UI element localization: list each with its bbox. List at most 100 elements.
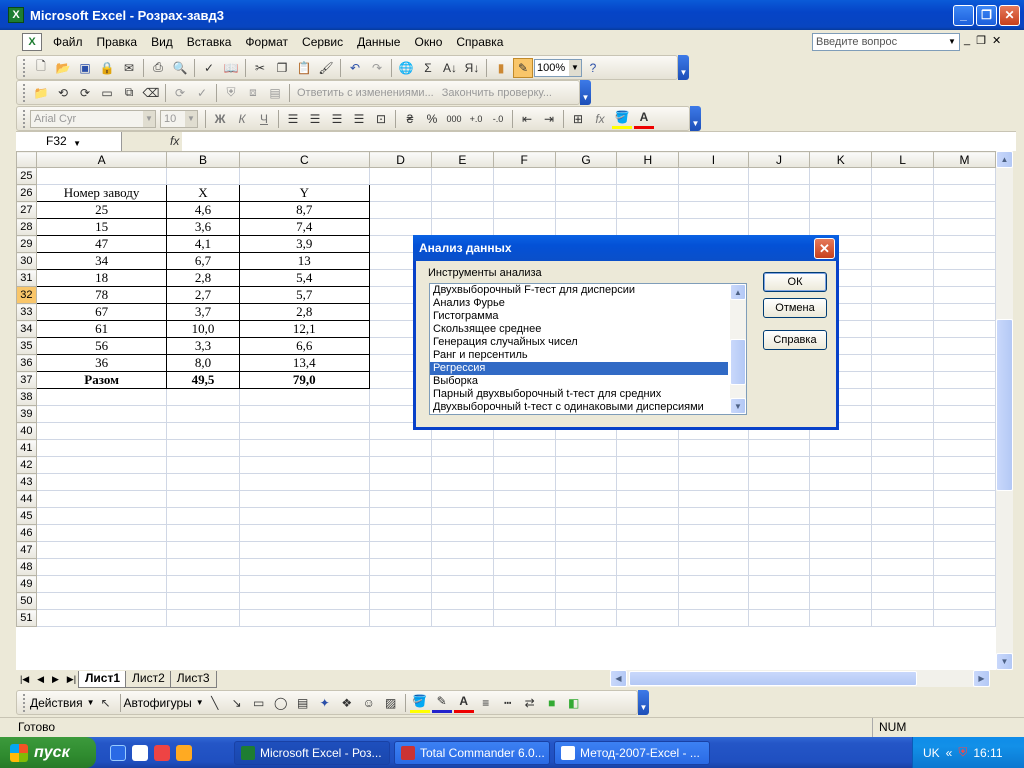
cell[interactable]: [747, 473, 811, 491]
hyperlink-icon[interactable]: 🌐: [396, 58, 416, 78]
cell[interactable]: [932, 558, 996, 576]
vertical-scroll-thumb[interactable]: [996, 319, 1013, 491]
open-icon[interactable]: 📂: [53, 58, 73, 78]
cell[interactable]: [616, 456, 680, 474]
email-icon[interactable]: ✉: [119, 58, 139, 78]
cell[interactable]: [678, 507, 749, 525]
column-header-C[interactable]: C: [238, 151, 371, 168]
cell[interactable]: [747, 541, 811, 559]
cell[interactable]: [747, 439, 811, 457]
cell[interactable]: [554, 507, 618, 525]
cell[interactable]: [554, 592, 618, 610]
vertical-scrollbar[interactable]: ▲ ▼: [996, 151, 1013, 670]
align-center-icon[interactable]: ☰: [305, 109, 325, 129]
cell[interactable]: [747, 524, 811, 542]
increase-decimal-icon[interactable]: +.0: [466, 109, 486, 129]
cell[interactable]: [932, 235, 996, 253]
cell[interactable]: 49,5: [166, 371, 240, 389]
spelling-icon[interactable]: ✓: [199, 58, 219, 78]
cell[interactable]: [369, 490, 432, 508]
arrow-style-icon[interactable]: ⇄: [520, 693, 540, 713]
cell[interactable]: [678, 439, 749, 457]
select-objects-icon[interactable]: ↖: [96, 693, 116, 713]
cell[interactable]: [492, 575, 556, 593]
cell[interactable]: [369, 439, 432, 457]
cell[interactable]: [35, 507, 168, 525]
cell[interactable]: [35, 388, 168, 406]
cell[interactable]: 78: [35, 286, 168, 304]
cell[interactable]: 3,3: [166, 337, 240, 355]
cell[interactable]: [871, 252, 934, 270]
cell[interactable]: [492, 456, 556, 474]
cell[interactable]: [369, 184, 432, 202]
cell[interactable]: [166, 575, 240, 593]
borders-icon[interactable]: ⊞: [568, 109, 588, 129]
cell[interactable]: [932, 422, 996, 440]
help-button[interactable]: Справка: [763, 330, 827, 350]
cell[interactable]: [238, 524, 371, 542]
cell[interactable]: [616, 167, 680, 185]
row-header[interactable]: 37: [16, 371, 37, 389]
menu-format[interactable]: Формат: [238, 35, 295, 49]
accept-icon[interactable]: ✓: [192, 83, 212, 103]
start-button[interactable]: пуск: [0, 737, 96, 768]
cell[interactable]: 6,7: [166, 252, 240, 270]
row-header[interactable]: 46: [16, 524, 37, 542]
bold-icon[interactable]: Ж: [210, 109, 230, 129]
sort-asc-icon[interactable]: A↓: [440, 58, 460, 78]
cell[interactable]: [747, 201, 811, 219]
cell[interactable]: [747, 575, 811, 593]
cell[interactable]: [166, 541, 240, 559]
track-icon[interactable]: ⟳: [170, 83, 190, 103]
cell[interactable]: [809, 524, 873, 542]
undo-icon[interactable]: ↶: [345, 58, 365, 78]
cell[interactable]: [492, 218, 556, 236]
cancel-button[interactable]: Отмена: [763, 298, 827, 318]
list-item[interactable]: Выборка: [430, 375, 728, 388]
fill-color-icon[interactable]: 🪣: [409, 693, 430, 713]
cell[interactable]: [809, 218, 873, 236]
minimize-button[interactable]: _: [953, 5, 974, 26]
merge-center-icon[interactable]: ⊡: [371, 109, 391, 129]
textbox-icon[interactable]: ▤: [293, 693, 313, 713]
cell[interactable]: [492, 184, 556, 202]
cell[interactable]: [932, 388, 996, 406]
line-color-icon[interactable]: ✎: [431, 693, 452, 713]
cell[interactable]: [932, 609, 996, 627]
align-right-icon[interactable]: ☰: [327, 109, 347, 129]
cell[interactable]: [747, 592, 811, 610]
cell[interactable]: [369, 558, 432, 576]
cell[interactable]: [238, 541, 371, 559]
cell[interactable]: [35, 422, 168, 440]
dialog-close-icon[interactable]: ✕: [814, 238, 835, 259]
next-sheet-icon[interactable]: ▶: [52, 674, 59, 685]
menu-help[interactable]: Справка: [449, 35, 510, 49]
help-icon[interactable]: ?: [583, 58, 603, 78]
list-item[interactable]: Генерация случайных чисел: [430, 336, 728, 349]
cell[interactable]: [932, 405, 996, 423]
cell[interactable]: [747, 609, 811, 627]
cell[interactable]: X: [166, 184, 240, 202]
cell[interactable]: [238, 609, 371, 627]
ok-button[interactable]: ОК: [763, 272, 827, 292]
cell[interactable]: [166, 388, 240, 406]
chevron-down-icon[interactable]: ▼: [569, 59, 581, 76]
cell[interactable]: 5,4: [238, 269, 371, 287]
cell[interactable]: [747, 456, 811, 474]
media-icon[interactable]: [154, 744, 170, 761]
cell[interactable]: [166, 167, 240, 185]
cell[interactable]: 79,0: [238, 371, 371, 389]
cell[interactable]: [492, 524, 556, 542]
cell[interactable]: [678, 167, 749, 185]
fill-color-icon[interactable]: 🪣: [612, 109, 632, 129]
cell[interactable]: [430, 456, 494, 474]
row-header[interactable]: 25: [16, 167, 37, 185]
protect-icon[interactable]: ⛨: [221, 83, 241, 103]
cell[interactable]: [166, 439, 240, 457]
cut-icon[interactable]: ✂: [250, 58, 270, 78]
cell[interactable]: [932, 575, 996, 593]
workbook-icon[interactable]: X: [22, 33, 42, 51]
cell[interactable]: [238, 473, 371, 491]
row-header[interactable]: 39: [16, 405, 37, 423]
cell[interactable]: [369, 218, 432, 236]
